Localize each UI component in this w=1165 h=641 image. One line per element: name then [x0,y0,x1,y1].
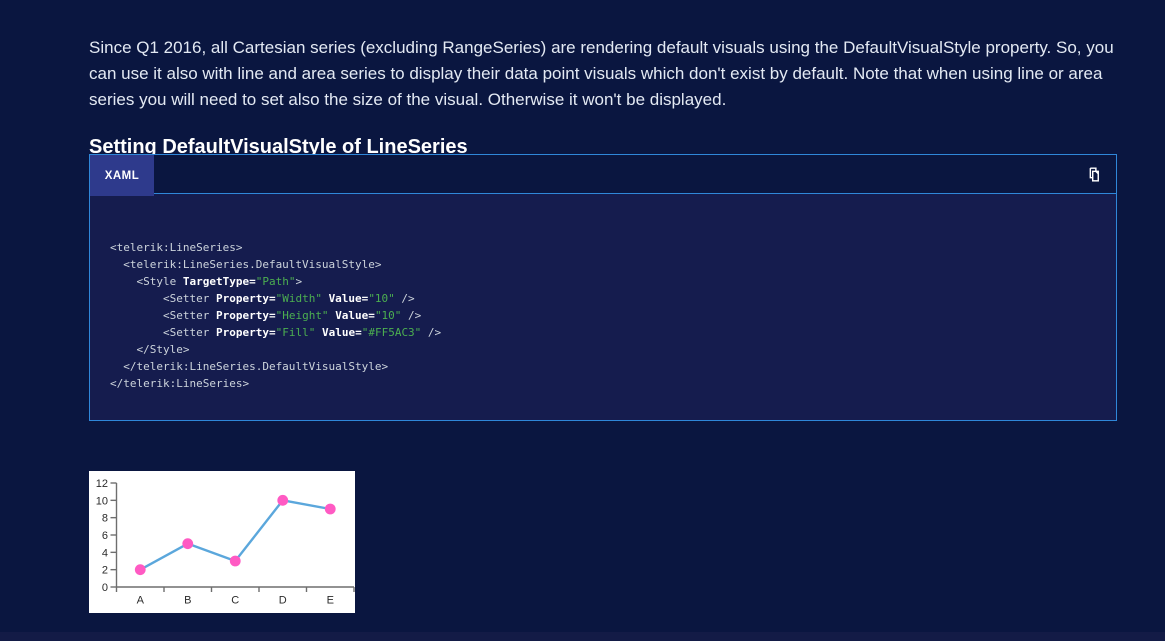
tab-xaml-label: XAML [104,169,140,182]
code-line: <Setter Property="Width" Value="10" /> [110,292,415,305]
svg-text:E: E [327,595,334,607]
svg-text:12: 12 [96,478,108,490]
chart-panel: 0 2 4 6 8 10 12 A B C D E [89,471,355,613]
intro-paragraph: Since Q1 2016, all Cartesian series (exc… [89,38,1114,109]
svg-text:D: D [279,595,287,607]
svg-text:B: B [184,595,191,607]
code-line: <Style TargetType="Path"> [110,275,303,288]
svg-text:6: 6 [102,530,108,542]
copy-icon [1084,165,1103,187]
copy-code-button[interactable] [1078,161,1108,191]
code-line: <telerik:LineSeries> [110,241,243,254]
svg-text:4: 4 [102,547,108,559]
code-content: <telerik:LineSeries> <telerik:LineSeries… [90,194,1116,420]
code-line: </telerik:LineSeries.DefaultVisualStyle> [110,360,389,373]
svg-text:8: 8 [102,513,108,525]
line-chart: 0 2 4 6 8 10 12 A B C D E [96,478,355,607]
svg-text:10: 10 [96,495,108,507]
xaml-code: <telerik:LineSeries> <telerik:LineSeries… [90,194,1116,392]
code-tabstrip [90,155,1116,194]
code-block: XAML <telerik:LineSeries> <telerik:LineS… [89,154,1117,421]
page-bottom-strip [0,632,1165,641]
code-line: <telerik:LineSeries.DefaultVisualStyle> [110,258,382,271]
code-line: </Style> [110,343,190,356]
code-line: <Setter Property="Fill" Value="#FF5AC3" … [110,326,442,339]
code-line: <Setter Property="Height" Value="10" /> [110,309,422,322]
svg-text:C: C [231,595,239,607]
tab-xaml[interactable]: XAML [90,155,154,196]
svg-text:0: 0 [102,582,108,594]
svg-text:2: 2 [102,565,108,577]
code-line: </telerik:LineSeries> [110,377,250,390]
svg-text:A: A [137,595,145,607]
